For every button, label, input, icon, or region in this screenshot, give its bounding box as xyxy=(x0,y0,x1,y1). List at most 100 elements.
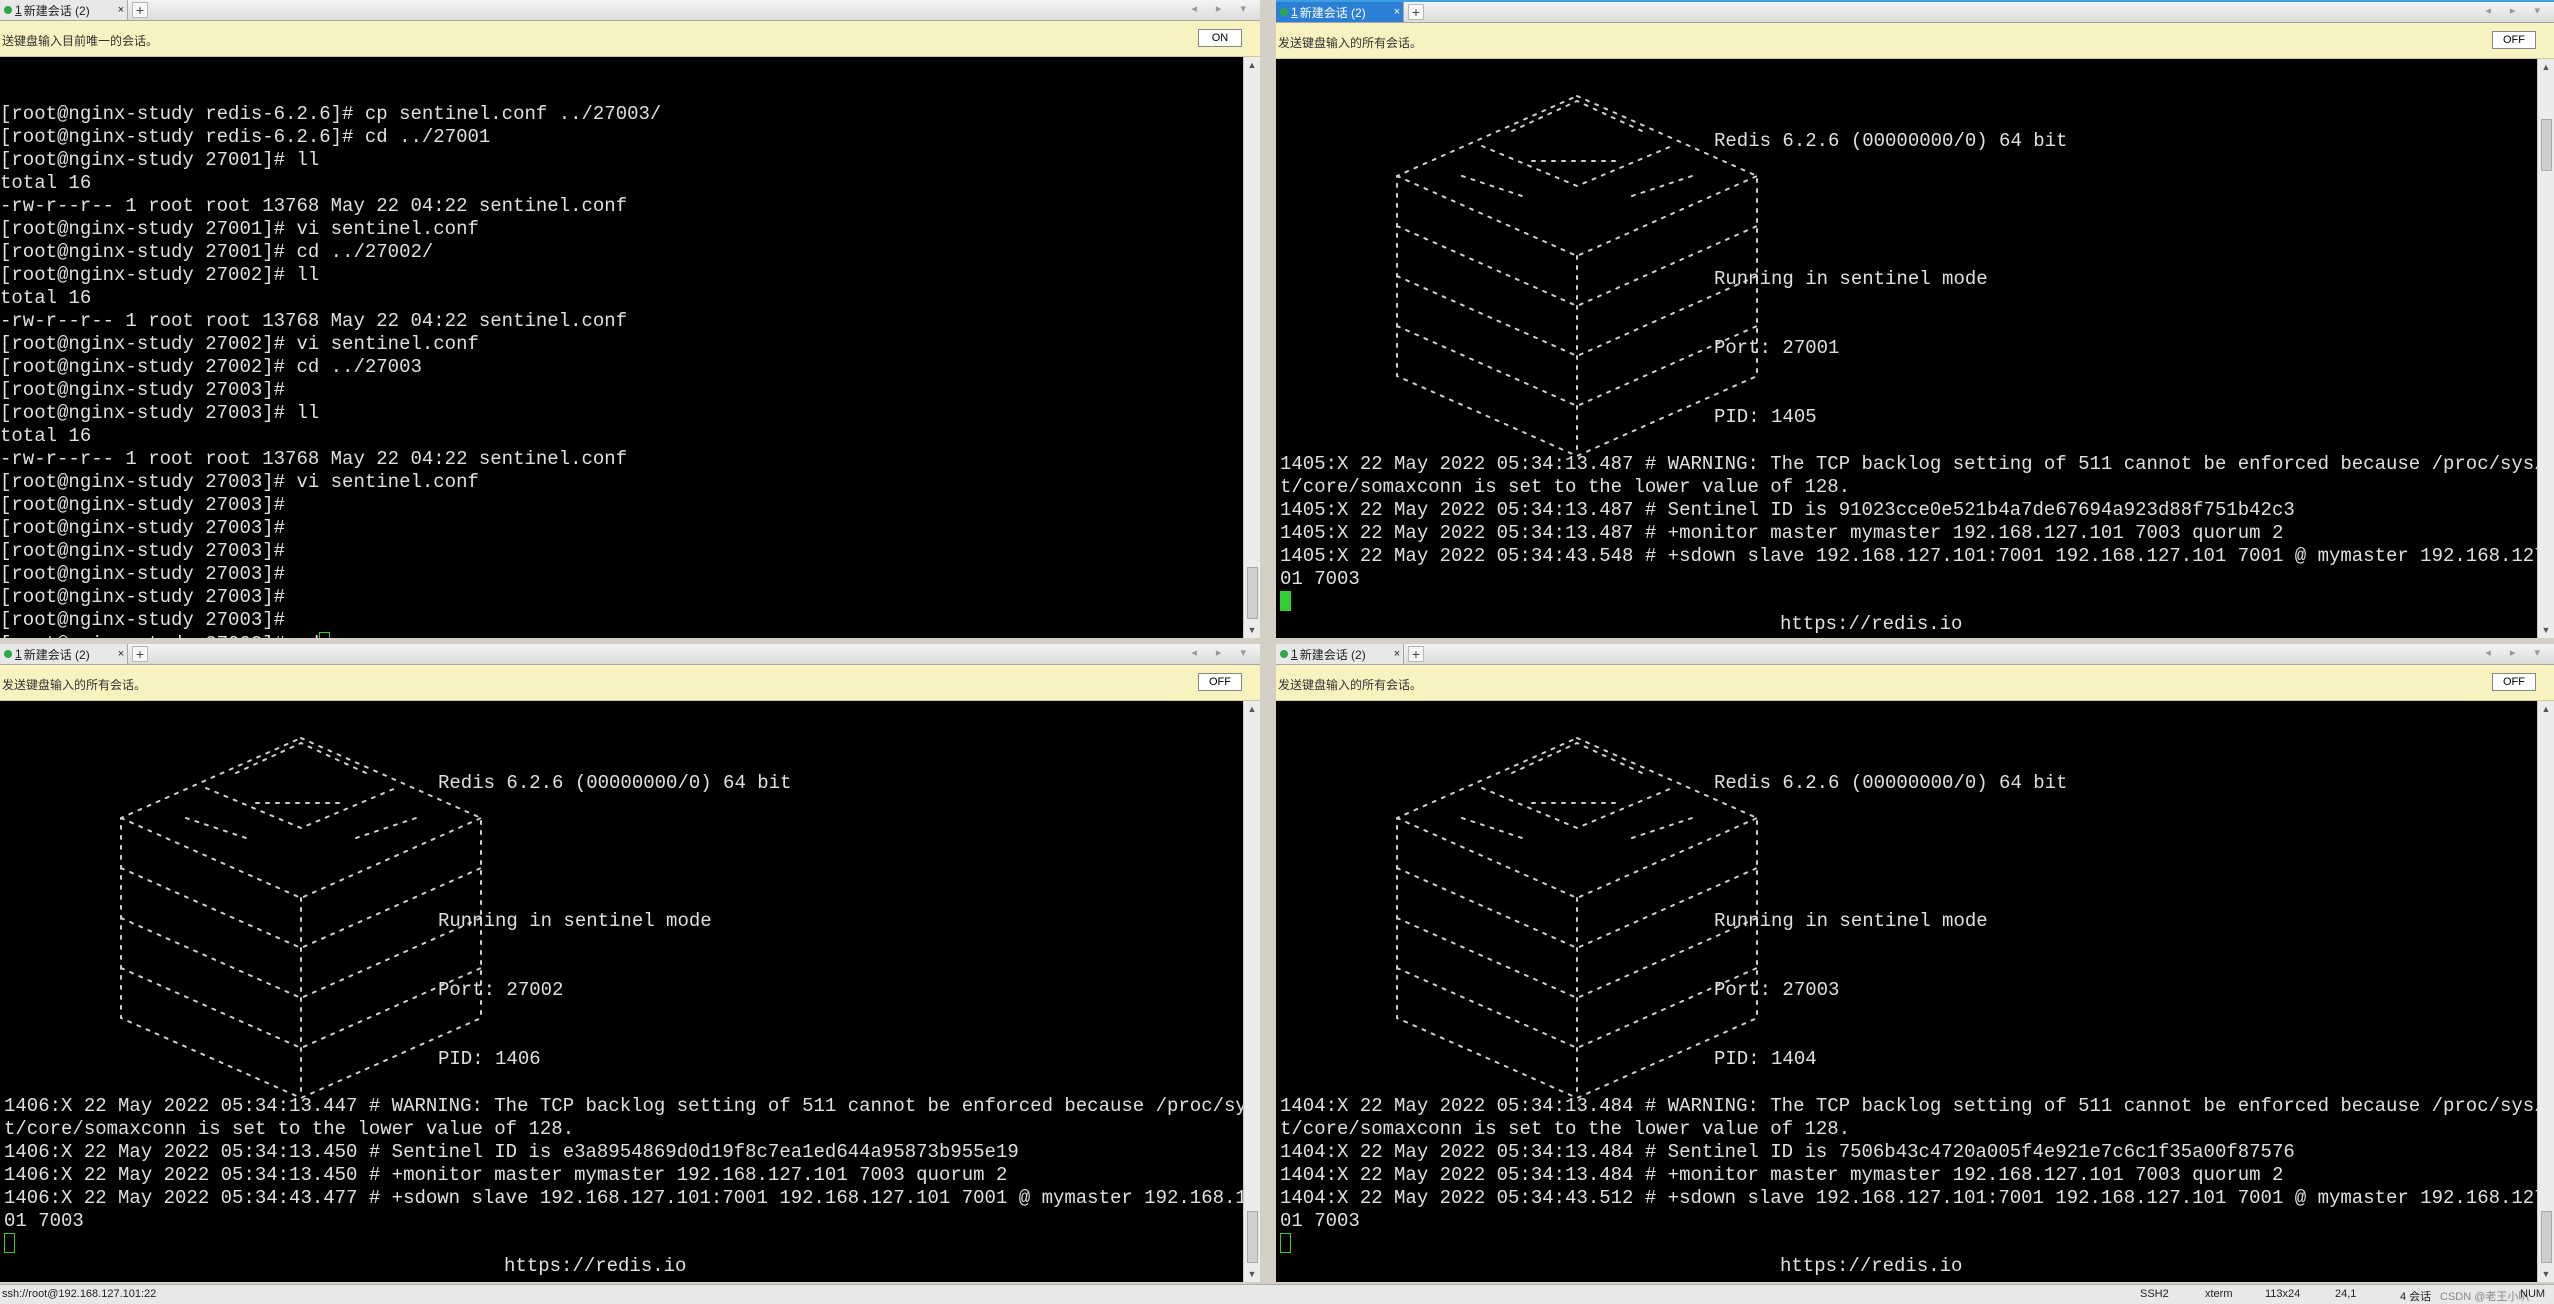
log-line: 1406:X 22 May 2022 05:34:13.447 # WARNIN… xyxy=(4,1095,1244,1117)
terminal-line: [root@nginx-study 27003]# cd xyxy=(0,632,1244,638)
vertical-scrollbar[interactable]: ▲ ▼ xyxy=(2537,59,2554,638)
terminal-line-text: [root@nginx-study 27003]# xyxy=(0,494,286,516)
send-input-toggle[interactable]: OFF xyxy=(2492,673,2536,691)
send-input-bar: 发送键盘输入的所有会话。 OFF xyxy=(1276,665,2554,701)
terminal-line-text: [root@nginx-study 27002]# cd ../27003 xyxy=(0,356,422,378)
terminal-line: -rw-r--r-- 1 root root 13768 May 22 04:2… xyxy=(0,310,1244,333)
tab-close-icon[interactable]: × xyxy=(1391,648,1403,660)
tab-nav-arrows[interactable]: ◂ ▸ ▾ xyxy=(1191,2,1254,15)
session-tab[interactable]: 1 新建会话 (2) × xyxy=(1276,2,1404,22)
log-line: 1405:X 22 May 2022 05:34:13.487 # +monit… xyxy=(1280,522,2284,544)
sentinel-log: 1404:X 22 May 2022 05:34:13.484 # WARNIN… xyxy=(1280,1095,2538,1257)
scroll-up-icon[interactable]: ▲ xyxy=(1244,57,1260,73)
scroll-down-icon[interactable]: ▼ xyxy=(1244,1266,1260,1282)
terminal-line-text: [root@nginx-study 27002]# ll xyxy=(0,264,320,286)
terminal-line-text: [root@nginx-study 27003]# ll xyxy=(0,402,320,424)
terminal-line: [root@nginx-study 27003]# xyxy=(0,609,1244,632)
scroll-thumb[interactable] xyxy=(2541,119,2552,171)
session-tab[interactable]: 1 新建会话 (2) × xyxy=(0,644,128,664)
terminal-output[interactable]: Redis 6.2.6 (00000000/0) 64 bit Running … xyxy=(0,701,1244,1282)
redis-url: https://redis.io xyxy=(1780,613,1963,635)
tab-close-icon[interactable]: × xyxy=(1391,6,1403,18)
terminal-output[interactable]: [root@nginx-study redis-6.2.6]# cp senti… xyxy=(0,57,1244,638)
tab-number: 1 xyxy=(1291,5,1298,19)
redis-ascii-logo-icon xyxy=(18,705,483,1100)
redis-port: Port: 27003 xyxy=(1714,979,1840,1001)
session-pane-bottom-left[interactable]: 1 新建会话 (2) × + ◂ ▸ ▾ 发送键盘输入的所有会话。 OFF Re… xyxy=(0,644,1260,1282)
tab-nav-arrows[interactable]: ◂ ▸ ▾ xyxy=(2485,4,2548,17)
tab-bar: 1 新建会话 (2) × + ◂ ▸ ▾ xyxy=(1276,644,2554,665)
tab-close-icon[interactable]: × xyxy=(115,648,127,660)
terminal-line: [root@nginx-study 27002]# vi sentinel.co… xyxy=(0,333,1244,356)
send-input-label: 发送键盘输入的所有会话。 xyxy=(1278,36,1423,50)
terminal-line-text: -rw-r--r-- 1 root root 13768 May 22 04:2… xyxy=(0,448,628,470)
redis-version: Redis 6.2.6 (00000000/0) 64 bit xyxy=(438,772,792,794)
connected-status-icon xyxy=(1280,8,1288,16)
log-line: 01 7003 xyxy=(1280,1210,1360,1232)
scroll-up-icon[interactable]: ▲ xyxy=(2538,59,2554,75)
terminal-line: -rw-r--r-- 1 root root 13768 May 22 04:2… xyxy=(0,448,1244,471)
vertical-scrollbar[interactable]: ▲ ▼ xyxy=(1243,57,1260,638)
terminal-cursor xyxy=(1280,1233,1291,1253)
sentinel-log: 1406:X 22 May 2022 05:34:13.447 # WARNIN… xyxy=(4,1095,1244,1257)
terminal-line: [root@nginx-study 27003]# vi sentinel.co… xyxy=(0,471,1244,494)
log-line: 1405:X 22 May 2022 05:34:43.548 # +sdown… xyxy=(1280,545,2538,567)
log-line: 01 7003 xyxy=(1280,568,1360,590)
session-pane-top-right[interactable]: 1 新建会话 (2) × + ◂ ▸ ▾ 发送键盘输入的所有会话。 OFF Re… xyxy=(1276,0,2554,638)
vertical-scrollbar[interactable]: ▲ ▼ xyxy=(1243,701,1260,1282)
session-pane-top-left[interactable]: 1 新建会话 (2) × + ◂ ▸ ▾ 送键盘输入目前唯一的会话。 ON [r… xyxy=(0,0,1260,638)
scroll-thumb[interactable] xyxy=(1247,567,1258,619)
terminal-cursor xyxy=(4,1233,15,1253)
status-cursor-position: 24,1 xyxy=(2335,1288,2357,1300)
terminal-line: [root@nginx-study 27003]# xyxy=(0,586,1244,609)
send-input-label: 送键盘输入目前唯一的会话。 xyxy=(2,34,159,48)
add-tab-button[interactable]: + xyxy=(1408,646,1424,662)
terminal-line-text: total 16 xyxy=(0,172,92,194)
tab-bar: 1 新建会话 (2) × + ◂ ▸ ▾ xyxy=(0,644,1260,665)
terminal-line: total 16 xyxy=(0,172,1244,195)
terminal-line-text: total 16 xyxy=(0,425,92,447)
scroll-thumb[interactable] xyxy=(1247,1211,1258,1263)
log-line: 1405:X 22 May 2022 05:34:13.487 # WARNIN… xyxy=(1280,453,2538,475)
add-tab-button[interactable]: + xyxy=(132,646,148,662)
add-tab-button[interactable]: + xyxy=(132,2,148,18)
tab-nav-arrows[interactable]: ◂ ▸ ▾ xyxy=(1191,646,1254,659)
send-input-toggle[interactable]: OFF xyxy=(1198,673,1242,691)
terminal-output[interactable]: Redis 6.2.6 (00000000/0) 64 bit Running … xyxy=(1276,59,2538,638)
tab-label: 新建会话 (2) xyxy=(1299,647,1366,662)
log-line: 1406:X 22 May 2022 05:34:43.477 # +sdown… xyxy=(4,1187,1244,1209)
terminal-cursor xyxy=(319,632,331,638)
scroll-down-icon[interactable]: ▼ xyxy=(2538,1266,2554,1282)
terminal-line: [root@nginx-study 27001]# vi sentinel.co… xyxy=(0,218,1244,241)
connected-status-icon xyxy=(1280,650,1288,658)
status-terminal-type: xterm xyxy=(2205,1288,2233,1300)
terminal-line-text: [root@nginx-study redis-6.2.6]# cd ../27… xyxy=(0,126,491,148)
scroll-down-icon[interactable]: ▼ xyxy=(1244,622,1260,638)
tab-close-icon[interactable]: × xyxy=(115,4,127,16)
add-tab-button[interactable]: + xyxy=(1408,4,1424,20)
tab-number: 1 xyxy=(15,647,22,661)
scroll-up-icon[interactable]: ▲ xyxy=(1244,701,1260,717)
session-pane-bottom-right[interactable]: 1 新建会话 (2) × + ◂ ▸ ▾ 发送键盘输入的所有会话。 OFF Re… xyxy=(1276,644,2554,1282)
terminal-line: [root@nginx-study 27003]# ll xyxy=(0,402,1244,425)
connected-status-icon xyxy=(4,6,12,14)
scroll-up-icon[interactable]: ▲ xyxy=(2538,701,2554,717)
tab-label: 新建会话 (2) xyxy=(23,3,90,18)
redis-port: Port: 27001 xyxy=(1714,337,1840,359)
redis-version: Redis 6.2.6 (00000000/0) 64 bit xyxy=(1714,772,2068,794)
send-input-bar: 发送键盘输入的所有会话。 OFF xyxy=(0,665,1260,701)
terminal-output[interactable]: Redis 6.2.6 (00000000/0) 64 bit Running … xyxy=(1276,701,2538,1282)
send-input-toggle[interactable]: ON xyxy=(1198,29,1242,47)
session-tab[interactable]: 1 新建会话 (2) × xyxy=(0,0,128,20)
send-input-toggle[interactable]: OFF xyxy=(2492,31,2536,49)
scroll-down-icon[interactable]: ▼ xyxy=(2538,622,2554,638)
terminal-line: -rw-r--r-- 1 root root 13768 May 22 04:2… xyxy=(0,195,1244,218)
send-input-bar: 发送键盘输入的所有会话。 OFF xyxy=(1276,23,2554,59)
tab-bar: 1 新建会话 (2) × + ◂ ▸ ▾ xyxy=(1276,2,2554,23)
session-tab[interactable]: 1 新建会话 (2) × xyxy=(1276,644,1404,664)
terminal-line-text: -rw-r--r-- 1 root root 13768 May 22 04:2… xyxy=(0,195,628,217)
scroll-thumb[interactable] xyxy=(2541,1211,2552,1263)
send-input-bar: 送键盘输入目前唯一的会话。 ON xyxy=(0,21,1260,57)
vertical-scrollbar[interactable]: ▲ ▼ xyxy=(2537,701,2554,1282)
tab-nav-arrows[interactable]: ◂ ▸ ▾ xyxy=(2485,646,2548,659)
